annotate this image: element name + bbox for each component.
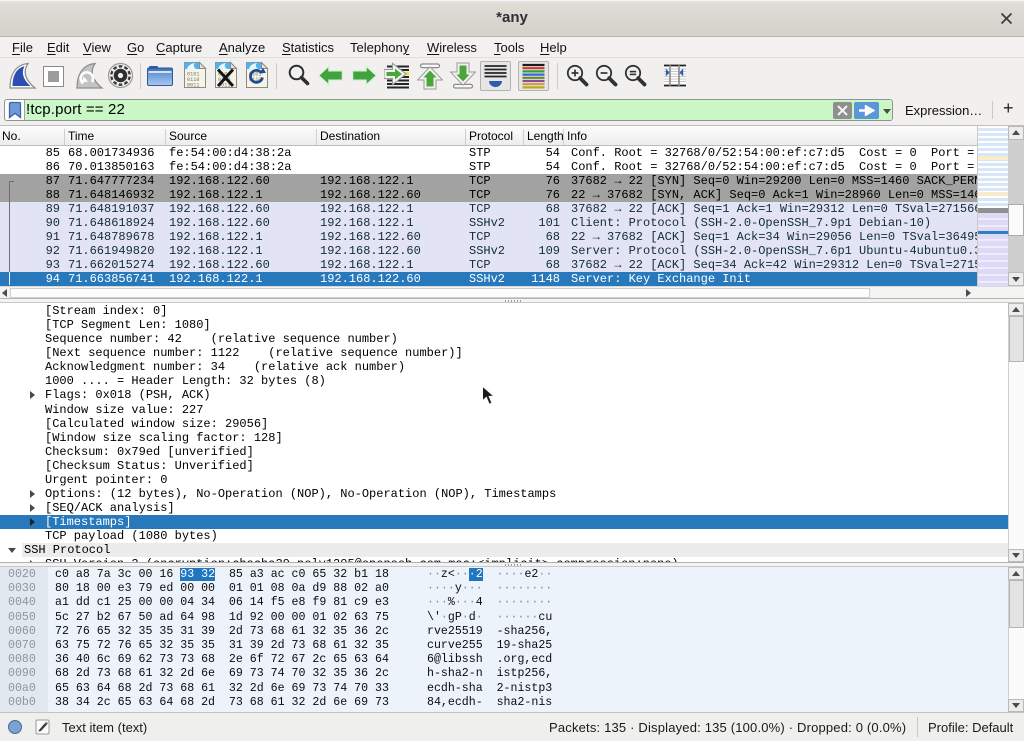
svg-text:0011: 0011 (187, 83, 199, 89)
